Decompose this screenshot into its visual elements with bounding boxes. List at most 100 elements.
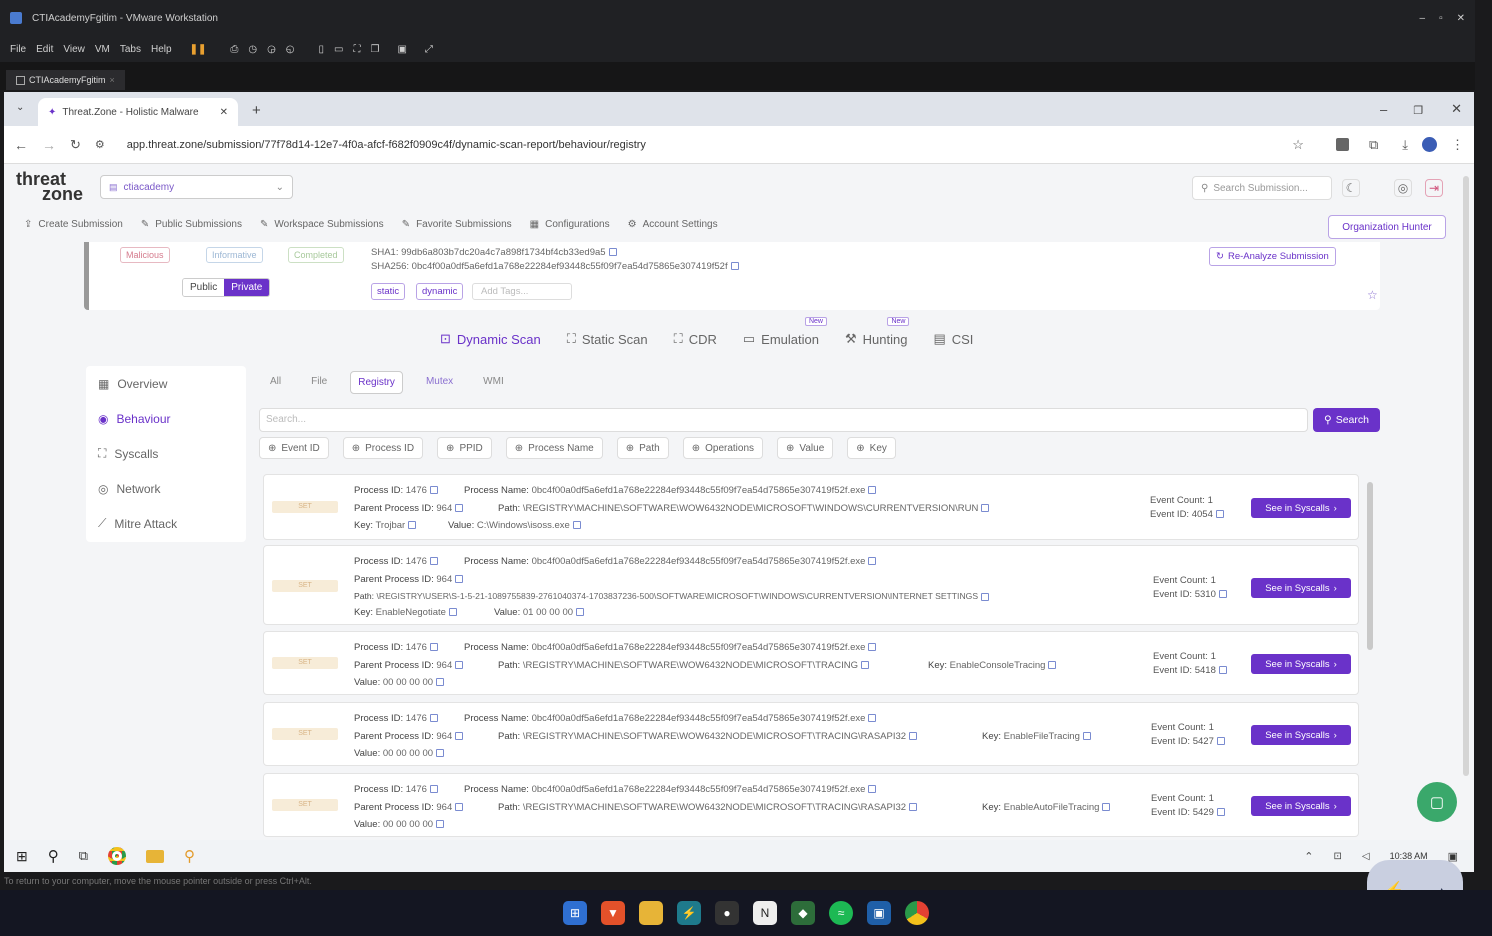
copy-icon[interactable] — [861, 661, 869, 670]
copy-icon[interactable] — [1216, 737, 1225, 746]
filter-value[interactable]: ⊕ Value — [777, 437, 834, 459]
nav-create-submission[interactable]: ⇪ Create Submission — [24, 219, 123, 230]
sidebar-item-behaviour[interactable]: ◉ Behaviour — [86, 401, 246, 436]
copy-icon[interactable] — [868, 714, 877, 723]
see-in-syscalls-button[interactable]: See in Syscalls › — [1251, 578, 1351, 598]
tab-cdr[interactable]: ⛶ CDR — [674, 331, 717, 347]
tab-list-icon[interactable]: ⌄ — [16, 102, 24, 113]
subtab-mutex[interactable]: Mutex — [419, 371, 460, 394]
fullscreen-icon[interactable]: ⛶ — [354, 44, 361, 55]
events-search-input[interactable]: Search... — [259, 408, 1308, 432]
copy-icon[interactable] — [1102, 803, 1111, 812]
close-icon[interactable]: ✕ — [1457, 13, 1465, 24]
volume-icon[interactable]: ◁ — [1362, 851, 1370, 862]
chip-dynamic[interactable]: dynamic — [416, 283, 464, 300]
browser-restore-icon[interactable]: ❐ — [1413, 104, 1423, 117]
brave-icon[interactable]: ▼ — [601, 901, 625, 925]
menu-help[interactable]: Help — [151, 44, 172, 55]
unity-icon[interactable]: ❐ — [371, 44, 380, 55]
send-keys-icon[interactable]: ⎙ — [230, 44, 238, 55]
reanalyze-button[interactable]: ↻ Re-Analyze Submission — [1209, 247, 1336, 266]
see-in-syscalls-button[interactable]: See in Syscalls › — [1251, 796, 1351, 816]
copy-icon[interactable] — [868, 486, 877, 495]
copy-icon[interactable] — [455, 803, 464, 812]
copy-icon[interactable] — [1216, 808, 1225, 817]
extensions-puzzle-icon[interactable]: ⧉ — [1369, 137, 1378, 153]
public-option[interactable]: Public — [183, 279, 225, 296]
forward-icon[interactable]: → — [42, 137, 56, 153]
filter-ppid[interactable]: ⊕ PPID — [437, 437, 492, 459]
browser-minimize-icon[interactable]: – — [1380, 102, 1387, 117]
extension-icon[interactable] — [1335, 138, 1349, 151]
copy-icon[interactable] — [429, 486, 438, 495]
chat-widget-button[interactable]: ▢ — [1417, 782, 1457, 822]
taskbar-search-icon[interactable]: ⚲ — [48, 847, 59, 865]
copy-icon[interactable] — [909, 803, 918, 812]
copy-icon[interactable] — [1215, 510, 1224, 519]
vmware-icon[interactable]: ▣ — [867, 901, 891, 925]
copy-icon[interactable] — [448, 608, 457, 617]
menu-file[interactable]: File — [10, 44, 26, 55]
private-option[interactable]: Private — [224, 279, 270, 296]
tray-chevron-icon[interactable]: ⌃ — [1304, 850, 1313, 863]
task-view-icon[interactable]: ⧉ — [79, 848, 88, 864]
filter-event-id[interactable]: ⊕ Event ID — [259, 437, 329, 459]
copy-icon[interactable] — [455, 575, 464, 584]
menu-view[interactable]: View — [63, 44, 85, 55]
host-chrome-icon[interactable] — [905, 901, 929, 925]
theme-toggle-icon[interactable]: ☾ — [1342, 179, 1360, 197]
shield-icon[interactable]: ◆ — [791, 901, 815, 925]
chip-static[interactable]: static — [371, 283, 406, 300]
nav-account-settings[interactable]: ⚙ Account Settings — [628, 219, 718, 230]
stretch-icon[interactable]: ⤢ — [425, 44, 433, 55]
copy-icon[interactable] — [909, 732, 918, 741]
app-icon[interactable]: ⚡ — [677, 901, 701, 925]
terminal-icon[interactable]: ▣ — [397, 44, 406, 55]
see-in-syscalls-button[interactable]: See in Syscalls › — [1251, 725, 1351, 745]
copy-icon[interactable] — [868, 557, 877, 566]
revert-icon[interactable]: ◶ — [267, 44, 276, 55]
copy-icon[interactable] — [1048, 661, 1057, 670]
copy-icon[interactable] — [572, 521, 581, 530]
bookmark-star-icon[interactable]: ☆ — [1292, 137, 1304, 153]
nav-configurations[interactable]: ▦ Configurations — [530, 219, 610, 230]
copy-icon[interactable] — [1082, 732, 1091, 741]
settings-icon[interactable]: ◎ — [1394, 179, 1412, 197]
windows-start-icon[interactable]: ⊞ — [16, 848, 28, 865]
address-bar[interactable]: app.threat.zone/submission/77f78d14-12e7… — [127, 139, 1279, 151]
new-tab-icon[interactable]: + — [252, 102, 261, 119]
chrome-icon[interactable] — [108, 847, 127, 865]
see-in-syscalls-button[interactable]: See in Syscalls › — [1251, 498, 1351, 518]
copy-icon[interactable] — [868, 643, 877, 652]
copy-icon[interactable] — [436, 678, 445, 687]
subtab-wmi[interactable]: WMI — [476, 371, 511, 394]
see-in-syscalls-button[interactable]: See in Syscalls › — [1251, 654, 1351, 674]
copy-icon[interactable] — [730, 262, 739, 271]
copy-icon[interactable] — [1218, 590, 1227, 599]
menu-vm[interactable]: VM — [95, 44, 110, 55]
copy-icon[interactable] — [1218, 666, 1227, 675]
copy-icon[interactable] — [455, 661, 464, 670]
copy-icon[interactable] — [608, 248, 617, 257]
copy-icon[interactable] — [436, 749, 445, 758]
threatzone-logo[interactable]: threat zone — [16, 170, 83, 203]
menu-edit[interactable]: Edit — [36, 44, 53, 55]
tab-csi[interactable]: ▤ CSI — [933, 331, 973, 347]
filter-process-id[interactable]: ⊕ Process ID — [342, 437, 424, 459]
tab-emulation[interactable]: ▭ Emulation New — [743, 317, 827, 347]
browser-menu-icon[interactable]: ⋮ — [1451, 137, 1464, 153]
search-tool-icon[interactable]: ⚲ — [184, 847, 195, 865]
copy-icon[interactable] — [429, 643, 438, 652]
reload-icon[interactable]: ↻ — [70, 137, 81, 153]
maximize-icon[interactable]: ▫ — [1439, 13, 1443, 24]
spotify-icon[interactable]: ≈ — [829, 901, 853, 925]
site-info-icon[interactable]: ⚙ — [95, 138, 105, 151]
search-button[interactable]: ⚲ Search — [1313, 408, 1380, 432]
tab-static-scan[interactable]: ⛶ Static Scan — [567, 331, 648, 347]
filter-key[interactable]: ⊕ Key — [847, 437, 896, 459]
list-scrollbar[interactable] — [1367, 482, 1373, 650]
view-icon[interactable]: ▯ — [319, 44, 325, 55]
tab-close-icon[interactable]: ✕ — [220, 107, 228, 118]
favorite-star-icon[interactable]: ☆ — [1367, 288, 1378, 302]
copy-icon[interactable] — [455, 732, 464, 741]
